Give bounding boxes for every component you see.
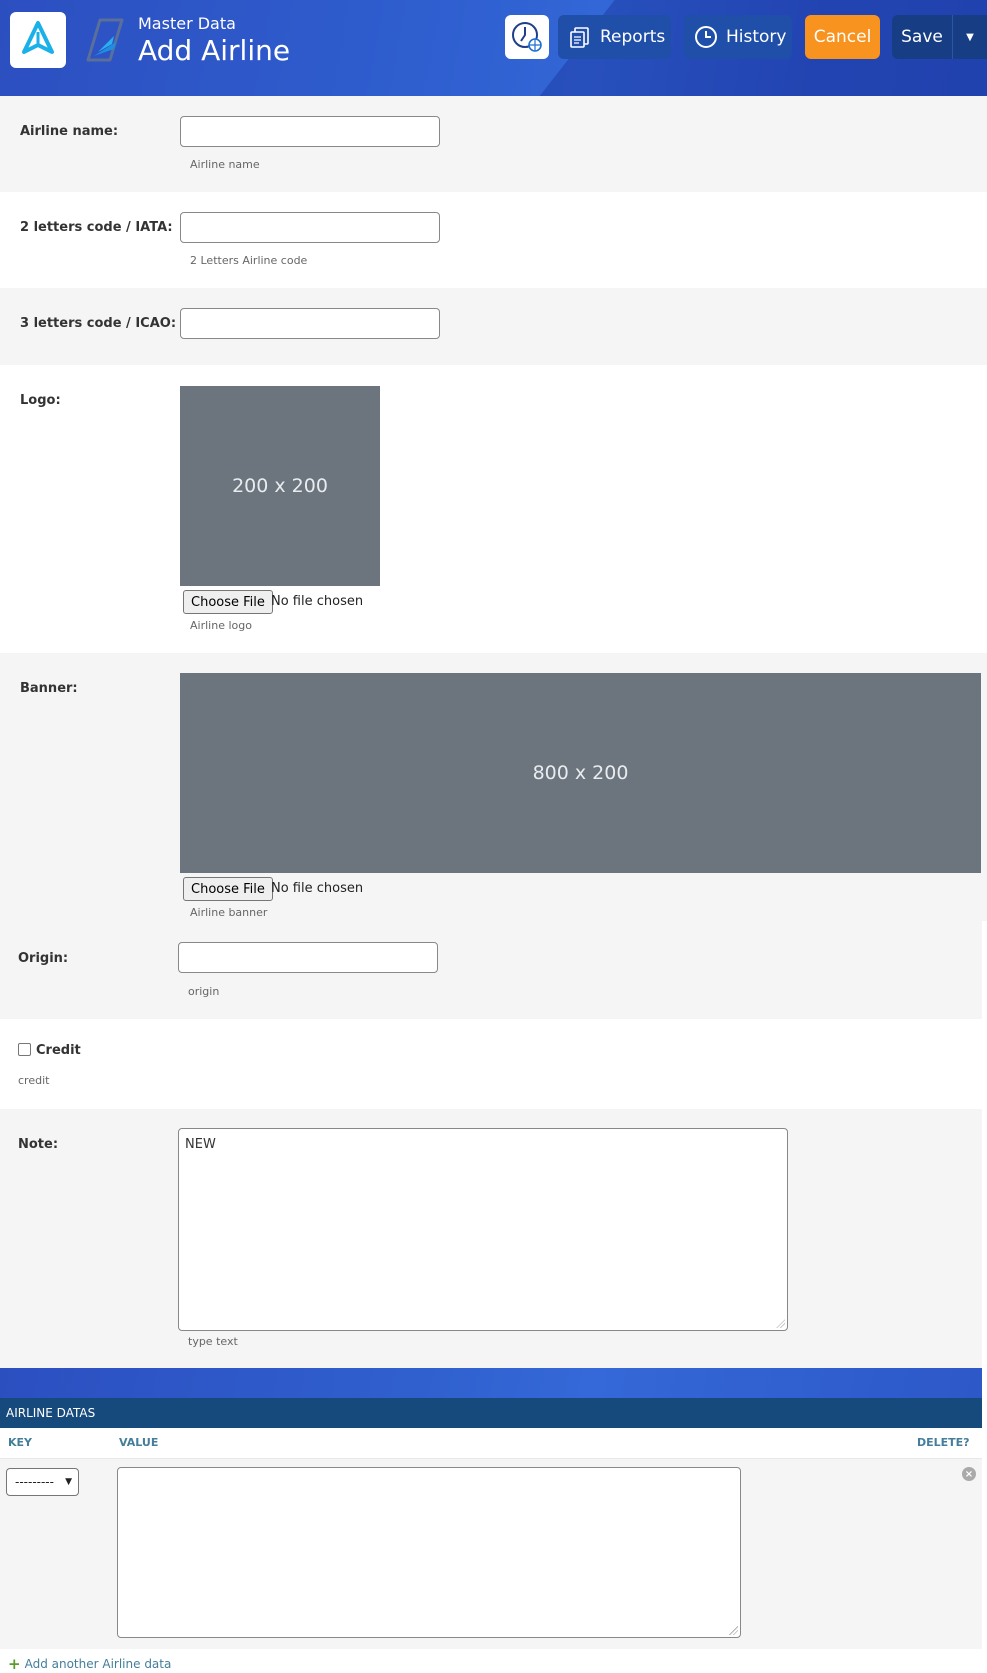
resize-handle[interactable] (776, 1319, 785, 1328)
header-subtitle: Master Data (138, 14, 236, 33)
banner-preview-image: 800 x 200 (180, 673, 981, 873)
banner-help: Airline banner (190, 906, 268, 919)
iata-help: 2 Letters Airline code (190, 254, 308, 267)
history-label: History (726, 27, 787, 47)
form-row-credit: Credit credit (0, 1019, 982, 1109)
airline-name-help: Airline name (190, 158, 260, 171)
timezone-button[interactable] (505, 15, 549, 59)
value-textarea[interactable] (117, 1467, 741, 1638)
delete-row-icon[interactable]: × (962, 1467, 976, 1481)
add-another-airline-data-link[interactable]: + Add another Airline data (8, 1655, 171, 1673)
origin-help: origin (188, 985, 220, 998)
column-header-key: KEY (8, 1436, 33, 1449)
form-row-icao: 3 letters code / ICAO: (0, 288, 987, 365)
add-link-label: Add another Airline data (24, 1657, 172, 1671)
column-header-delete: DELETE? (917, 1436, 970, 1449)
reports-button[interactable]: Reports (558, 15, 671, 59)
credit-label: Credit (36, 1043, 81, 1058)
cancel-button[interactable]: Cancel (805, 15, 880, 59)
airline-name-label: Airline name: (20, 124, 119, 139)
note-help: type text (188, 1335, 238, 1348)
banner-choose-file-button[interactable]: Choose File (183, 877, 273, 901)
app-logo[interactable] (10, 12, 66, 68)
form-row-note: Note: NEW type text (0, 1109, 982, 1368)
reports-label: Reports (600, 27, 666, 47)
form-row-iata: 2 letters code / IATA: 2 Letters Airline… (0, 192, 987, 288)
page-title: Add Airline (138, 34, 291, 67)
origin-input[interactable] (178, 942, 438, 973)
logo-label: Logo: (20, 393, 61, 408)
key-select[interactable]: --------- ▼ (6, 1468, 79, 1496)
logo-help: Airline logo (190, 619, 252, 632)
credit-checkbox[interactable] (18, 1043, 31, 1056)
history-icon (695, 26, 717, 48)
reports-icon (570, 27, 589, 48)
iata-input[interactable] (180, 212, 440, 243)
clock-globe-icon (512, 22, 542, 52)
iata-label: 2 letters code / IATA: (20, 220, 173, 235)
note-textarea[interactable]: NEW (178, 1128, 788, 1331)
airline-tail-icon (86, 18, 124, 62)
inline-section-title: AIRLINE DATAS (0, 1398, 982, 1428)
key-select-value: --------- (15, 1475, 54, 1489)
resize-handle[interactable] (729, 1626, 738, 1635)
plus-icon: + (8, 1655, 21, 1673)
page-header: Master Data Add Airline Reports History … (0, 0, 987, 96)
airline-name-input[interactable] (180, 116, 440, 147)
logo-preview-image: 200 x 200 (180, 386, 380, 586)
save-button[interactable]: Save (892, 15, 952, 59)
note-text: NEW (185, 1137, 216, 1152)
form-row-airline-name: Airline name: Airline name (0, 96, 987, 192)
form-row-banner: Banner: 800 x 200 Choose File No file ch… (0, 653, 987, 921)
app-logo-icon (22, 21, 54, 54)
banner-file-status: No file chosen (271, 881, 364, 896)
note-label: Note: (18, 1137, 59, 1152)
caret-down-icon: ▼ (966, 31, 974, 43)
section-decoration-band (0, 1368, 982, 1398)
icao-label: 3 letters code / ICAO: (20, 316, 177, 331)
credit-help: credit (18, 1074, 50, 1087)
form-row-logo: Logo: 200 x 200 Choose File No file chos… (0, 365, 987, 653)
origin-label: Origin: (18, 951, 69, 966)
banner-label: Banner: (20, 681, 78, 696)
save-options-dropdown[interactable]: ▼ (952, 15, 987, 59)
chevron-down-icon: ▼ (65, 1477, 72, 1487)
icao-input[interactable] (180, 308, 440, 339)
column-header-value: VALUE (119, 1436, 159, 1449)
logo-file-status: No file chosen (271, 594, 364, 609)
form-row-origin: Origin: origin (0, 921, 982, 1019)
logo-choose-file-button[interactable]: Choose File (183, 590, 273, 614)
history-button[interactable]: History (684, 15, 792, 59)
